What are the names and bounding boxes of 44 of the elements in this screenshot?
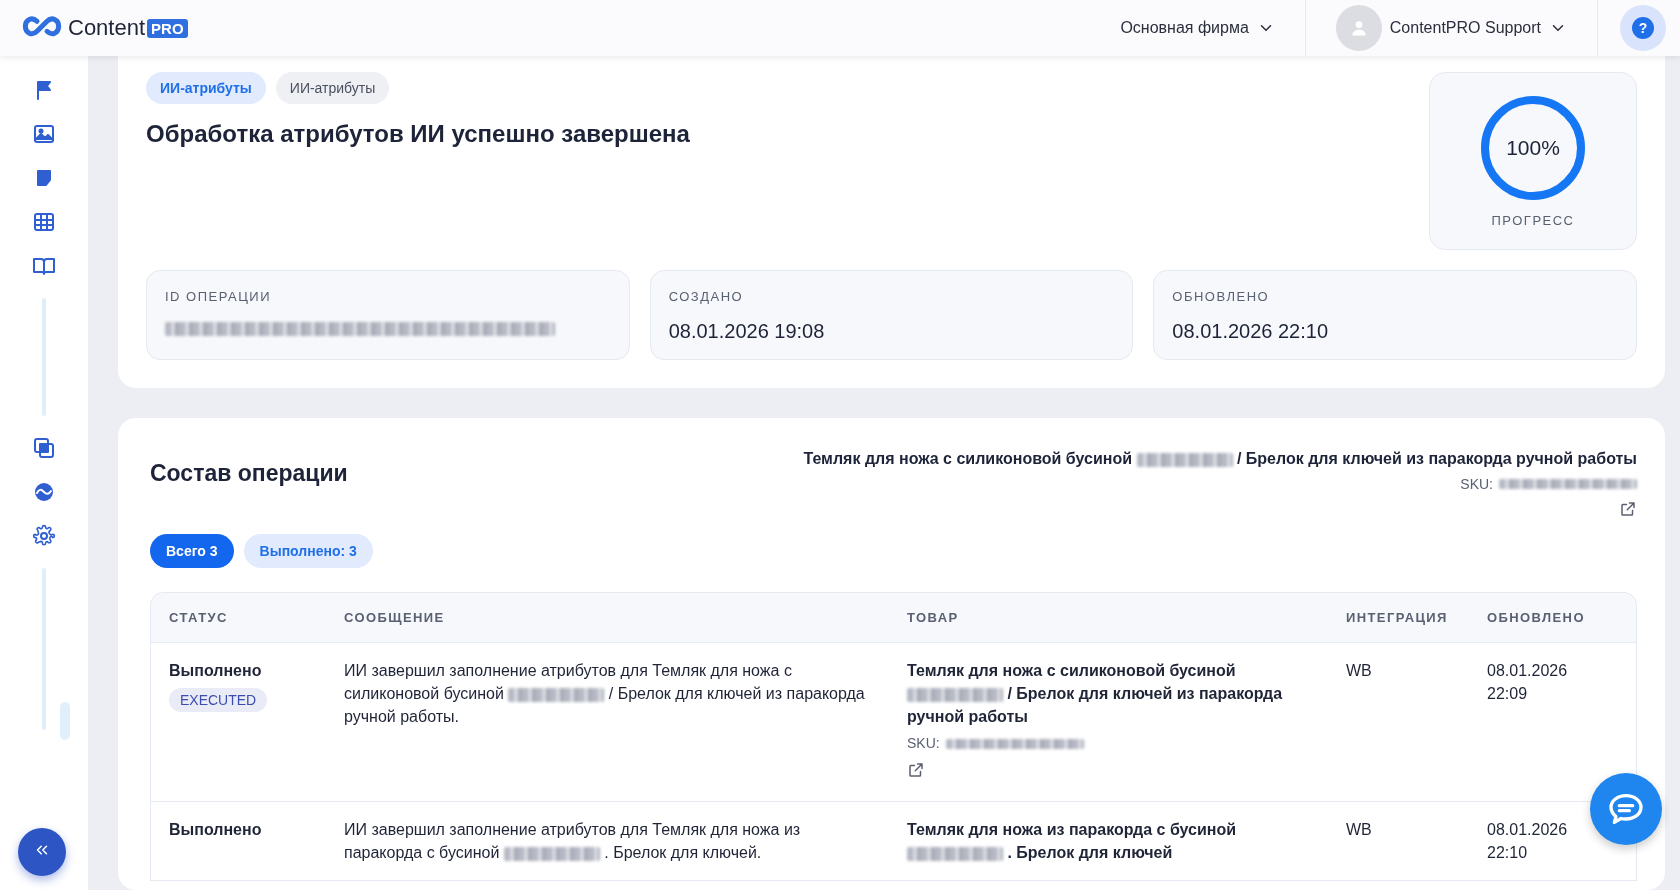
product-name: Темляк для ножа с силиконовой бусиной / Брелок для ключей из паракорда ручной работы [803,450,1637,468]
info-label: ID ОПЕРАЦИИ [165,289,272,304]
external-link-icon[interactable] [907,761,925,779]
updated-cell-text: 08.01.2026 22:10 [1487,820,1569,863]
filter-chip[interactable]: Всего 3 [150,534,234,568]
progress-label: ПРОГРЕСС [1491,212,1575,228]
column-header: СООБЩЕНИЕ [344,610,446,625]
status-text: Выполнено [169,661,263,681]
column-header: СТАТУС [169,610,229,625]
tag-chip[interactable]: ИИ-атрибуты [275,72,390,104]
wave-circle-icon[interactable] [32,480,56,504]
help-button[interactable]: ? [1620,5,1666,51]
operation-title: Обработка атрибутов ИИ успешно завершена [146,120,690,148]
logo-badge: PRO [147,18,188,38]
sku-label: SKU: [907,734,940,753]
column-header: ИНТЕГРАЦИЯ [1346,610,1449,625]
integration-cell-text: WB [1346,820,1373,840]
section-title: Состав операции [150,460,348,487]
message-text: ИИ завершил заполнение атрибутов для Темляк для ножа с силиконовой бусиной / Брелок для ключей из паракорда ручной работы. [344,661,866,727]
overlapping-squares-icon[interactable] [32,436,56,460]
collapse-sidebar-button[interactable] [18,828,66,876]
filter-chip[interactable]: Выполнено: 3 [243,534,373,568]
tag-chip[interactable]: ИИ-атрибуты [146,72,266,104]
product-name: Темляк для ножа из паракорда с бусиной . Брелок для ключей [907,820,1238,863]
updated-cell-text: 08.01.2026 22:09 [1487,661,1569,704]
progress-value: 100% [1506,135,1560,160]
info-label: СОЗДАНО [668,289,745,304]
column-header: ОБНОВЛЕНО [1487,610,1586,625]
sku-label: SKU: [1460,476,1493,492]
column-header: ТОВАР [907,610,960,625]
logo-text: Content [68,15,146,41]
info-value: 08.01.2026 22:10 [1172,320,1330,343]
integration-cell-text: WB [1346,661,1373,681]
status-badge: EXECUTED [169,688,268,712]
settings-icon[interactable] [32,524,56,548]
product-name: Темляк для ножа с силиконовой бусиной / Брелок для ключей из паракорда ручной работы [907,661,1284,727]
status-text: Выполнено [169,820,263,840]
external-link-icon[interactable] [1619,500,1637,518]
info-value: 08.01.2026 19:08 [668,320,826,343]
info-label: ОБНОВЛЕНО [1172,289,1271,304]
scroll-thumb[interactable] [60,702,70,740]
message-text: ИИ завершил заполнение атрибутов для Темляк для ножа из паракорда с бусиной . Брелок для ключей. [344,820,802,863]
table-icon[interactable] [32,210,56,234]
image-icon[interactable] [32,122,56,146]
